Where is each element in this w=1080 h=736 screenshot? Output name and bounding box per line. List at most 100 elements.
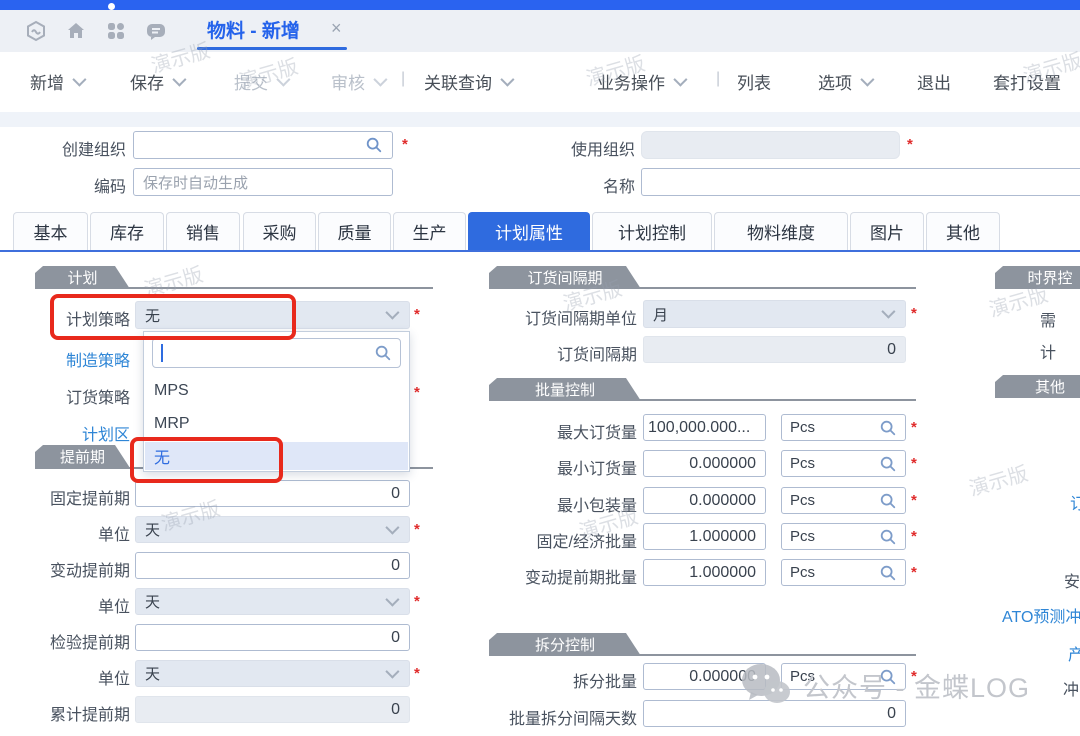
inspect-leadtime-input[interactable]: 0 bbox=[135, 624, 410, 651]
apps-grid-icon[interactable] bbox=[105, 20, 127, 42]
fixed-economic-batch-unit[interactable]: Pcs bbox=[781, 523, 906, 550]
document-tab-title[interactable]: 物料 - 新增 bbox=[207, 16, 300, 43]
search-icon[interactable] bbox=[879, 528, 897, 546]
plan-strategy-select[interactable]: 无 bbox=[135, 301, 410, 329]
max-order-qty-label: 最大订货量 bbox=[437, 419, 637, 443]
search-icon[interactable] bbox=[374, 344, 392, 362]
fixed-leadtime-label: 固定提前期 bbox=[0, 485, 130, 509]
sync-logo-icon[interactable] bbox=[25, 20, 47, 42]
value: 1.000000 bbox=[689, 564, 756, 582]
var-leadtime-batch-input[interactable]: 1.000000 bbox=[643, 559, 766, 586]
var-leadtime-batch-unit[interactable]: Pcs bbox=[781, 559, 906, 586]
other-partial-label: 冲 bbox=[1063, 676, 1080, 700]
order-strategy-label: 订货策略 bbox=[0, 384, 130, 408]
value: 0 bbox=[887, 705, 896, 723]
tab-stock[interactable]: 库存 bbox=[90, 212, 164, 250]
dropdown-search-input[interactable] bbox=[152, 338, 401, 368]
tab-plan-control[interactable]: 计划控制 bbox=[592, 212, 712, 250]
close-icon[interactable]: × bbox=[331, 18, 342, 39]
tab-sales[interactable]: 销售 bbox=[166, 212, 240, 250]
menu-options[interactable]: 选项 bbox=[818, 68, 871, 94]
menu-label: 业务操作 bbox=[597, 69, 665, 94]
plan-strategy-dropdown: MPS MRP 无 bbox=[143, 331, 410, 472]
search-icon[interactable] bbox=[879, 492, 897, 510]
dropdown-item-mrp[interactable]: MRP bbox=[145, 407, 408, 440]
menu-new[interactable]: 新增 bbox=[30, 68, 83, 94]
required-marker: * bbox=[911, 564, 917, 581]
value: 0.000000 bbox=[689, 668, 756, 686]
tab-material-dimension[interactable]: 物料维度 bbox=[714, 212, 848, 250]
menu-label: 提交 bbox=[234, 69, 268, 94]
required-marker: * bbox=[911, 668, 917, 685]
plan-area-label[interactable]: 计划区 bbox=[0, 421, 130, 445]
menu-audit: 审核 bbox=[331, 68, 384, 94]
min-order-qty-input[interactable]: 0.000000 bbox=[643, 450, 766, 477]
other-partial-link[interactable]: 订 bbox=[1070, 490, 1080, 514]
top-strip bbox=[0, 0, 1080, 10]
menu-related-query[interactable]: 关联查询 bbox=[424, 68, 511, 94]
inspect-leadtime-unit-select[interactable]: 天 bbox=[135, 660, 410, 687]
dropdown-item-mps[interactable]: MPS bbox=[145, 374, 408, 407]
ato-forecast-offset-link[interactable]: ATO预测冲 bbox=[1002, 603, 1080, 627]
message-icon[interactable] bbox=[145, 20, 167, 42]
tab-purchase[interactable]: 采购 bbox=[243, 212, 316, 250]
var-leadtime-unit-select[interactable]: 天 bbox=[135, 588, 410, 615]
search-icon[interactable] bbox=[879, 564, 897, 582]
menu-label: 选项 bbox=[818, 69, 852, 94]
search-icon[interactable] bbox=[879, 455, 897, 473]
value: 天 bbox=[145, 591, 160, 612]
create-org-input[interactable] bbox=[133, 131, 393, 159]
value: 0.000000 bbox=[689, 455, 756, 473]
tab-other[interactable]: 其他 bbox=[926, 212, 1000, 250]
tabstrip-underline bbox=[0, 250, 1080, 252]
menu-list[interactable]: 列表 bbox=[737, 68, 771, 94]
unit-label: 单位 bbox=[0, 665, 130, 689]
menu-print-setup[interactable]: 套打设置 bbox=[993, 68, 1061, 94]
max-order-qty-unit[interactable]: Pcs bbox=[781, 414, 906, 441]
fixed-leadtime-input[interactable]: 0 bbox=[135, 480, 410, 507]
search-icon[interactable] bbox=[365, 136, 383, 154]
section-batch-control: 批量控制 bbox=[489, 378, 641, 401]
section-split-control-line bbox=[489, 654, 916, 656]
menu-label: 关联查询 bbox=[424, 69, 492, 94]
split-batch-unit[interactable]: Pcs bbox=[781, 663, 906, 690]
interval-unit-select[interactable]: 月 bbox=[643, 300, 906, 328]
min-order-qty-unit[interactable]: Pcs bbox=[781, 450, 906, 477]
name-input[interactable] bbox=[641, 168, 1080, 196]
value: Pcs bbox=[790, 455, 815, 472]
search-icon[interactable] bbox=[879, 668, 897, 686]
split-batch-input[interactable]: 0.000000 bbox=[643, 663, 766, 690]
chevron-down-icon bbox=[860, 73, 874, 87]
unit-label: 单位 bbox=[0, 521, 130, 545]
name-label: 名称 bbox=[520, 173, 635, 197]
fixed-economic-batch-input[interactable]: 1.000000 bbox=[643, 523, 766, 550]
max-order-qty-input[interactable]: 100,000.000... bbox=[643, 414, 766, 441]
home-icon[interactable] bbox=[65, 20, 87, 42]
chevron-down-icon bbox=[881, 305, 895, 319]
required-marker: * bbox=[414, 306, 420, 323]
unit-label: 单位 bbox=[0, 593, 130, 617]
value: 0 bbox=[391, 629, 400, 647]
required-marker: * bbox=[414, 665, 420, 682]
min-pack-qty-unit[interactable]: Pcs bbox=[781, 487, 906, 514]
section-time-fence: 时界控 bbox=[995, 266, 1080, 289]
text-caret bbox=[161, 344, 163, 362]
dropdown-item-none[interactable]: 无 bbox=[145, 442, 408, 470]
code-input[interactable]: 保存时自动生成 bbox=[133, 168, 393, 196]
tab-quality[interactable]: 质量 bbox=[318, 212, 391, 250]
min-pack-qty-input[interactable]: 0.000000 bbox=[643, 487, 766, 514]
split-interval-days-input[interactable]: 0 bbox=[643, 700, 906, 727]
tab-production[interactable]: 生产 bbox=[393, 212, 466, 250]
menu-exit[interactable]: 退出 bbox=[917, 68, 951, 94]
menu-business-ops[interactable]: 业务操作 bbox=[597, 68, 684, 94]
other-partial-link[interactable]: 产 bbox=[1068, 641, 1080, 665]
tab-basic[interactable]: 基本 bbox=[13, 212, 88, 250]
var-leadtime-input[interactable]: 0 bbox=[135, 552, 410, 579]
tab-plan-attributes[interactable]: 计划属性 bbox=[468, 212, 590, 250]
mfg-strategy-label[interactable]: 制造策略 bbox=[0, 347, 130, 371]
tab-picture[interactable]: 图片 bbox=[850, 212, 924, 250]
search-icon[interactable] bbox=[879, 419, 897, 437]
menu-save[interactable]: 保存 bbox=[130, 68, 183, 94]
create-org-label: 创建组织 bbox=[20, 136, 126, 160]
fixed-leadtime-unit-select[interactable]: 天 bbox=[135, 516, 410, 543]
